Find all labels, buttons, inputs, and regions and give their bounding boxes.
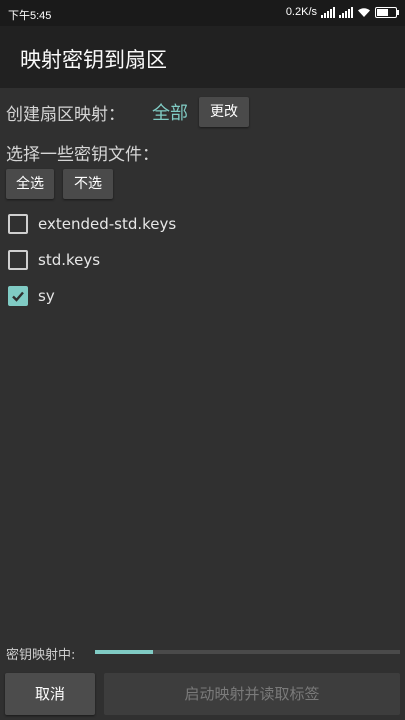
select-none-button[interactable]: 不选 — [63, 169, 113, 199]
change-button[interactable]: 更改 — [199, 97, 249, 127]
checkmark-icon — [12, 291, 24, 302]
wifi-icon — [358, 7, 370, 17]
status-time: 下午5:45 — [8, 10, 52, 22]
app-bar: 映射密钥到扇区 — [0, 26, 405, 88]
battery-icon — [375, 6, 399, 18]
key-file-name: std.keys — [38, 251, 101, 269]
status-icons: 0.2K/s — [285, 6, 399, 18]
signal-icon-2 — [339, 6, 353, 18]
cancel-button[interactable]: 取消 — [5, 673, 95, 715]
checkbox-checked[interactable] — [8, 286, 28, 306]
progress-label: 密钥映射中: — [6, 648, 76, 663]
progress-bar — [95, 650, 400, 654]
checkbox[interactable] — [8, 250, 28, 270]
select-all-button[interactable]: 全选 — [6, 169, 54, 199]
key-file-name: extended-std.keys — [38, 215, 177, 233]
sector-mapping-value: 全部 — [152, 103, 188, 124]
key-file-item[interactable]: std.keys — [8, 248, 100, 272]
progress-fill — [95, 650, 153, 654]
key-file-name: sy — [38, 287, 55, 305]
start-mapping-button[interactable]: 启动映射并读取标签 — [104, 673, 400, 715]
sector-mapping-label: 创建扇区映射： — [6, 105, 125, 125]
signal-icon — [321, 6, 335, 18]
key-file-item[interactable]: sy — [8, 284, 55, 308]
page-title: 映射密钥到扇区 — [20, 48, 167, 72]
key-files-label: 选择一些密钥文件： — [6, 145, 159, 165]
status-bar: 下午5:45 0.2K/s — [0, 0, 405, 26]
net-speed: 0.2K/s — [285, 6, 317, 18]
checkbox[interactable] — [8, 214, 28, 234]
key-file-item[interactable]: extended-std.keys — [8, 212, 176, 236]
